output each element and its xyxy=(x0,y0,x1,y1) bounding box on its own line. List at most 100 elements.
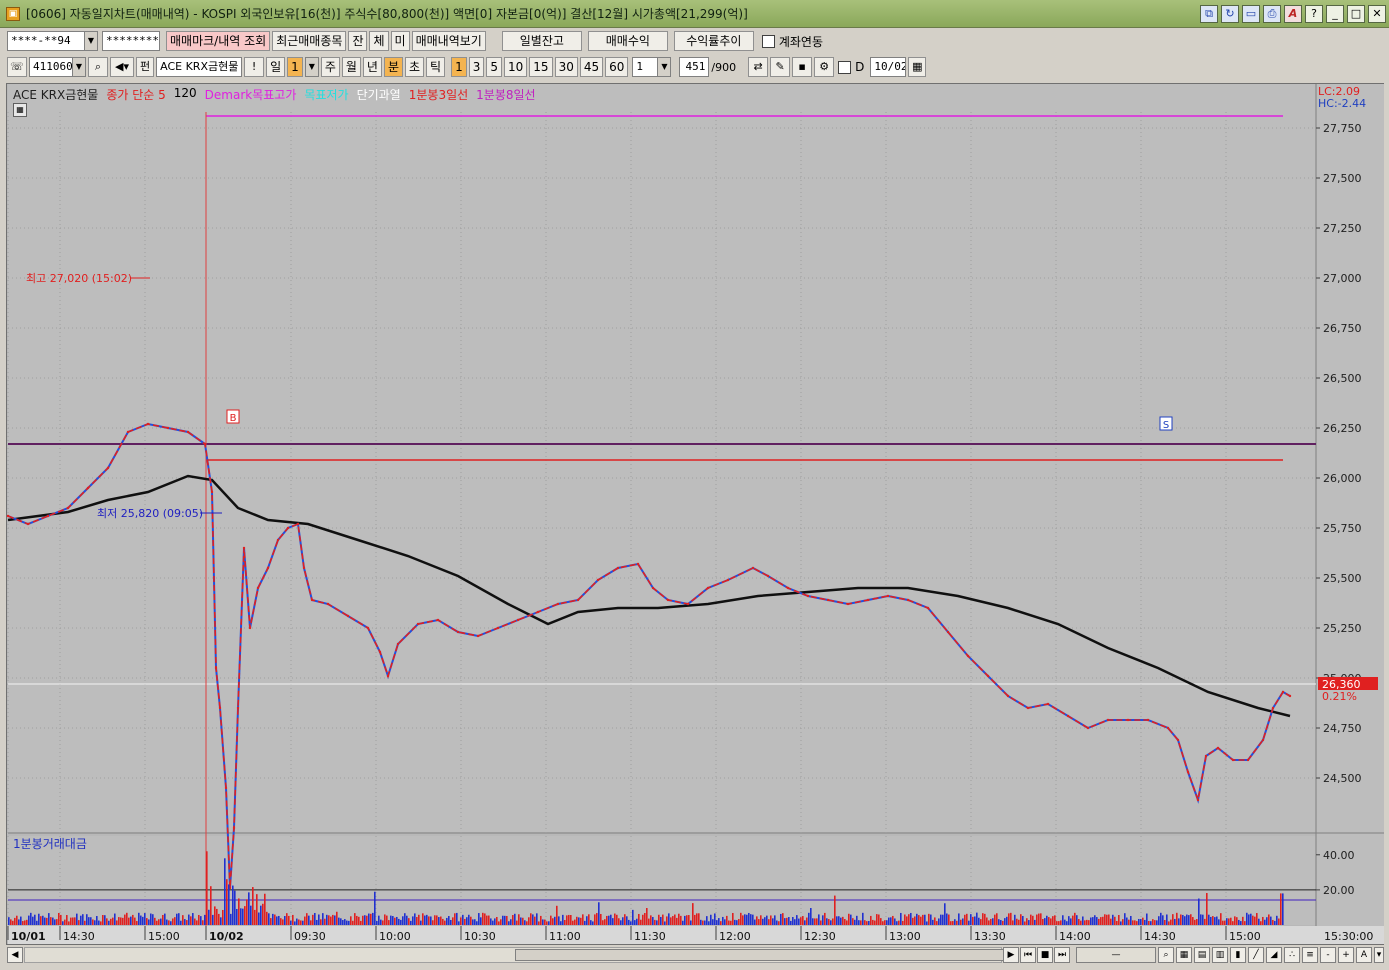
scroll-left-icon[interactable]: ◀ xyxy=(7,947,23,963)
line-icon[interactable]: ╱ xyxy=(1248,947,1264,963)
last-page-icon[interactable]: ⏭ xyxy=(1054,947,1070,963)
price-chart[interactable]: 27,750 27,500 27,250 27,000 26,750 26,500 26,2… xyxy=(0,0,1389,970)
price-point xyxy=(203,442,207,446)
volume-bar xyxy=(1206,892,1208,925)
zoom-in-icon[interactable]: + xyxy=(1338,947,1354,963)
volume-bar xyxy=(772,918,774,925)
price-point xyxy=(806,594,810,598)
volume-bar xyxy=(774,915,776,925)
price-point xyxy=(236,706,240,710)
volume-bar xyxy=(514,913,516,925)
candle-icon[interactable]: ▥ xyxy=(1212,947,1228,963)
volume-bar xyxy=(972,916,974,925)
magnify-icon[interactable]: ⌕ xyxy=(1158,947,1174,963)
volume-bar xyxy=(890,917,892,925)
volume-bar xyxy=(384,914,386,925)
volume-bar xyxy=(394,917,396,925)
volume-bar xyxy=(1192,917,1194,925)
volume-bar xyxy=(182,915,184,925)
price-point xyxy=(396,642,400,646)
table-icon[interactable]: ▦ xyxy=(1176,947,1192,963)
volume-bar xyxy=(806,917,808,925)
price-point xyxy=(706,586,710,590)
x-tick-label: 14:30 xyxy=(63,930,95,943)
price-point xyxy=(1146,718,1150,722)
chart-scrollbar[interactable]: ◀ ▶ ⏮ ■ ⏭ — ⌕ ▦ ▤ ▥ ▮ ╱ ◢ ∴ ≡ - + A ▾ xyxy=(6,945,1384,965)
y-tick-label: 26,000 xyxy=(1323,472,1362,485)
volume-bar xyxy=(1084,920,1086,925)
volume-bar xyxy=(188,914,190,925)
volume-bar xyxy=(900,912,902,925)
volume-bar xyxy=(1020,914,1022,925)
volume-bar xyxy=(878,914,880,925)
price-point xyxy=(296,522,300,526)
volume-bar xyxy=(130,916,132,925)
volume-bar xyxy=(1204,918,1206,925)
volume-bar xyxy=(662,914,664,925)
volume-bar xyxy=(670,917,672,925)
volume-bar xyxy=(1126,917,1128,925)
volume-bar xyxy=(126,912,128,925)
x-tick-label: 12:00 xyxy=(719,930,751,943)
grid-toggle-icon[interactable]: ▦ xyxy=(13,103,27,117)
scroll-right-icon[interactable]: ▶ xyxy=(1003,947,1019,963)
area-icon[interactable]: ◢ xyxy=(1266,947,1282,963)
volume-bar xyxy=(784,918,786,925)
volume-bar xyxy=(872,919,874,925)
volume-bar xyxy=(694,914,696,925)
volume-bar xyxy=(172,918,174,925)
scroll-track[interactable] xyxy=(24,947,1005,963)
x-tick-label: 10/02 xyxy=(209,930,244,943)
volume-bar xyxy=(38,913,40,925)
volume-bar xyxy=(1198,898,1200,925)
volume-bar xyxy=(224,858,226,925)
text-icon[interactable]: A xyxy=(1356,947,1372,963)
zoom-out-icon[interactable]: - xyxy=(1320,947,1336,963)
volume-bar xyxy=(452,917,454,925)
volume-bar xyxy=(78,920,80,925)
price-point xyxy=(6,514,10,518)
volume-bar xyxy=(752,914,754,925)
volume-bar xyxy=(70,917,72,925)
volume-bar xyxy=(26,919,28,925)
volume-bar xyxy=(472,919,474,925)
volume-bar xyxy=(824,912,826,925)
legend-short-over: 단기과열 xyxy=(356,88,401,102)
volume-bar xyxy=(676,917,678,925)
price-point xyxy=(846,602,850,606)
x-tick-label: 10:00 xyxy=(379,930,411,943)
volume-bar xyxy=(976,912,978,925)
scatter-icon[interactable]: ∴ xyxy=(1284,947,1300,963)
zoom-slider[interactable]: — xyxy=(1076,947,1156,963)
volume-bar xyxy=(954,919,956,925)
volume-bar xyxy=(898,920,900,925)
volume-bar xyxy=(460,917,462,925)
bar-icon[interactable]: ▮ xyxy=(1230,947,1246,963)
volume-bar xyxy=(698,913,700,925)
volume-bar xyxy=(586,916,588,925)
volume-bar xyxy=(712,919,714,925)
volume-bar xyxy=(820,920,822,925)
volume-bar xyxy=(84,920,86,925)
current-pct-label: 0.21% xyxy=(1322,690,1357,703)
more-icon[interactable]: ▾ xyxy=(1374,947,1384,963)
volume-bar xyxy=(932,919,934,925)
volume-bar xyxy=(830,920,832,925)
volume-bar xyxy=(592,921,594,925)
volume-bar xyxy=(288,915,290,925)
volume-bar xyxy=(424,915,426,925)
first-page-icon[interactable]: ⏮ xyxy=(1020,947,1036,963)
volume-bar xyxy=(860,920,862,925)
volume-bar xyxy=(572,920,574,925)
volume-bar xyxy=(1164,920,1166,925)
price-point xyxy=(26,522,30,526)
scroll-thumb[interactable] xyxy=(515,949,1005,961)
grid-icon[interactable]: ▤ xyxy=(1194,947,1210,963)
compare-icon[interactable]: ≡ xyxy=(1302,947,1318,963)
stop-icon[interactable]: ■ xyxy=(1037,947,1053,963)
y-tick-label: 25,250 xyxy=(1323,622,1362,635)
volume-bar xyxy=(1028,920,1030,925)
volume-bar xyxy=(864,920,866,925)
volume-bar xyxy=(454,913,456,925)
volume-bar xyxy=(974,916,976,925)
